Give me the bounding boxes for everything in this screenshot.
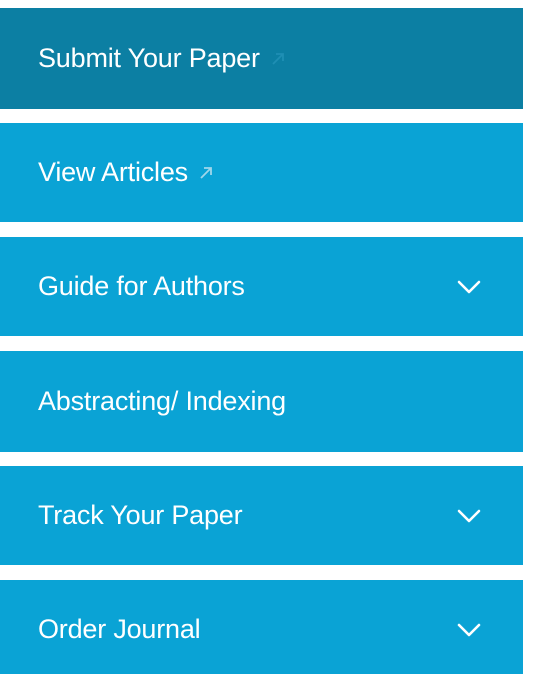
menu-item-label: Abstracting/ Indexing (38, 386, 286, 416)
menu-item-view-articles[interactable]: View Articles (0, 123, 523, 222)
menu-item-content: View Articles (38, 157, 214, 188)
menu-item-abstracting-indexing[interactable]: Abstracting/ Indexing (0, 351, 523, 452)
external-link-icon (272, 52, 284, 65)
menu-item-guide-for-authors[interactable]: Guide for Authors (0, 237, 523, 336)
chevron-down-icon[interactable] (457, 623, 481, 637)
menu-item-order-journal[interactable]: Order Journal (0, 580, 523, 674)
menu-item-content: Submit Your Paper (38, 43, 286, 74)
menu-item-label: View Articles (38, 157, 188, 187)
chevron-down-icon[interactable] (457, 509, 481, 523)
external-link-icon (200, 166, 212, 179)
menu-item-label: Submit Your Paper (38, 43, 260, 73)
chevron-down-icon[interactable] (457, 280, 481, 294)
menu-item-label: Guide for Authors (38, 271, 245, 301)
journal-side-menu: Submit Your Paper View Articles Guide fo… (0, 0, 535, 674)
menu-item-submit-your-paper[interactable]: Submit Your Paper (0, 8, 523, 109)
menu-item-track-your-paper[interactable]: Track Your Paper (0, 466, 523, 565)
menu-item-label: Order Journal (38, 614, 201, 644)
menu-item-label: Track Your Paper (38, 500, 243, 530)
